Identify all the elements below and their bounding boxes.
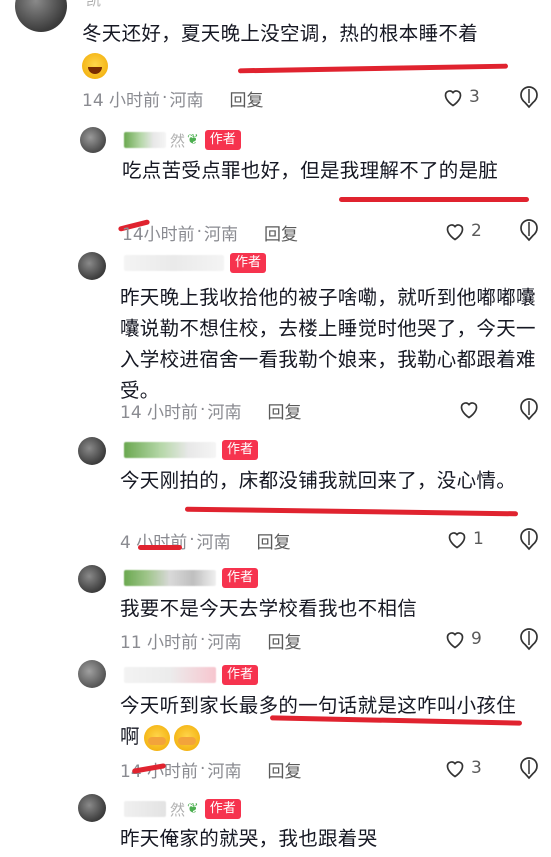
like-button[interactable]: 3	[443, 756, 482, 780]
comment-location: 河南	[196, 532, 231, 553]
blurred-name	[124, 570, 216, 586]
comment-time: 11 小时前	[120, 632, 199, 653]
comment-location: 河南	[169, 90, 204, 111]
like-count: 1	[473, 529, 484, 549]
dislike-button[interactable]	[516, 84, 542, 114]
dislike-icon	[520, 86, 538, 109]
comment-text: 吃点苦受点罪也好，但是我理解不了的是脏	[122, 159, 499, 182]
comment-meta: 14 小时前 · 河南 回复	[82, 85, 263, 111]
blurred-name	[124, 801, 166, 817]
avatar[interactable]	[78, 565, 106, 593]
comment-meta: 11 小时前 · 河南 回复	[120, 627, 301, 653]
dislike-button[interactable]	[516, 217, 542, 247]
like-button[interactable]	[457, 397, 481, 421]
leaf-icon: ❦	[187, 132, 199, 148]
avatar[interactable]	[78, 660, 106, 688]
comment-location: 河南	[204, 224, 239, 245]
heart-outline-icon	[446, 632, 464, 649]
avatar[interactable]	[78, 794, 106, 822]
reply-button[interactable]: 回复	[267, 628, 301, 653]
dislike-button[interactable]	[516, 396, 542, 426]
comment-author[interactable]: 作者	[124, 252, 267, 274]
like-button[interactable]: 9	[443, 627, 482, 651]
comment-author[interactable]: 凯	[82, 0, 101, 10]
like-button[interactable]: 2	[443, 219, 482, 243]
comment-author[interactable]: 作者	[124, 664, 259, 686]
author-badge: 作者	[204, 799, 241, 819]
reply-button[interactable]: 回复	[267, 398, 301, 423]
heart-outline-icon	[446, 761, 464, 778]
comment-location: 河南	[207, 632, 242, 653]
like-count: 9	[471, 629, 482, 649]
highlight-underline	[184, 506, 519, 517]
avatar[interactable]	[80, 127, 106, 153]
like-count: 3	[471, 758, 482, 778]
author-badge: 作者	[230, 253, 267, 273]
avatar[interactable]	[78, 252, 106, 280]
laugh-cry-emoji-icon	[82, 52, 108, 79]
highlight-underline	[138, 545, 182, 550]
comment-meta: 14小时前 · 河南 回复	[122, 219, 298, 245]
comment-meta: 14 小时前 · 河南 回复	[120, 397, 301, 423]
comment-author[interactable]: 然 ❦ 作者	[124, 798, 241, 820]
dislike-button[interactable]	[516, 626, 542, 656]
comment-author[interactable]: 然 ❦ 作者	[124, 129, 241, 151]
dislike-icon	[520, 398, 538, 421]
avatar[interactable]	[78, 437, 106, 465]
reply-button[interactable]: 回复	[257, 528, 291, 553]
heart-outline-icon	[446, 224, 464, 241]
author-name: 然	[170, 131, 186, 150]
dislike-icon	[520, 219, 538, 242]
comment-location: 河南	[207, 402, 242, 423]
comment-thread: 凯 冬天还好，夏天晚上没空调，热的根本睡不着 14 小时前 · 河南 回复 3 …	[0, 0, 551, 857]
heart-outline-icon	[444, 90, 462, 107]
dislike-icon	[520, 528, 538, 551]
comment-text: 我要不是今天去学校看我也不相信	[120, 597, 418, 620]
like-button[interactable]: 3	[441, 85, 480, 109]
author-badge: 作者	[222, 665, 259, 685]
like-count: 2	[471, 221, 482, 241]
comment-time: 14 小时前	[82, 90, 161, 111]
author-name: 凯	[86, 0, 101, 10]
author-badge: 作者	[204, 130, 241, 150]
comment-text: 昨天晚上我收拾他的被子啥嘞，就听到他嘟嘟囔囔说勒不想住校，去楼上睡觉时他哭了，今…	[120, 286, 536, 402]
dislike-icon	[520, 628, 538, 651]
reply-button[interactable]: 回复	[264, 220, 298, 245]
blurred-name	[124, 255, 224, 271]
comment-time: 14 小时前	[120, 402, 199, 423]
blurred-name	[124, 442, 216, 458]
heart-outline-icon	[448, 532, 466, 549]
reply-button[interactable]: 回复	[229, 86, 263, 111]
dislike-button[interactable]	[516, 526, 542, 556]
blurred-name	[124, 132, 166, 148]
dislike-icon	[520, 757, 538, 780]
comment-author[interactable]: 作者	[124, 567, 259, 589]
blurred-name	[124, 667, 216, 683]
avatar[interactable]	[15, 0, 67, 32]
author-name: 然	[170, 800, 186, 819]
comment-author[interactable]: 作者	[124, 439, 259, 461]
reply-button[interactable]: 回复	[267, 757, 301, 782]
author-badge: 作者	[222, 440, 259, 460]
dislike-button[interactable]	[516, 755, 542, 785]
like-count: 3	[469, 87, 480, 107]
comment-text: 今天刚拍的，床都没铺我就回来了，没心情。	[120, 469, 517, 492]
author-badge: 作者	[222, 568, 259, 588]
highlight-underline	[339, 197, 529, 202]
heart-outline-icon	[460, 402, 478, 419]
cover-face-emoji-icon	[143, 724, 170, 751]
like-button[interactable]: 1	[445, 527, 484, 551]
cover-face-emoji-icon	[173, 724, 200, 751]
comment-time: 14小时前	[122, 224, 195, 245]
leaf-icon: ❦	[187, 801, 199, 817]
comment-location: 河南	[207, 761, 242, 782]
comment-text: 昨天俺家的就哭，我也跟着哭	[120, 827, 378, 850]
